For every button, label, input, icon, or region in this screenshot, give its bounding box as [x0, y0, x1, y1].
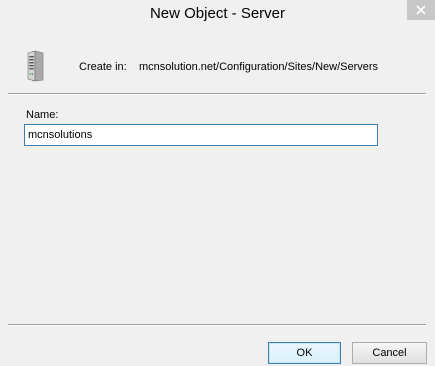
cancel-button[interactable]: Cancel	[352, 342, 427, 364]
footer-divider	[8, 324, 426, 326]
header-divider	[8, 93, 426, 95]
name-input[interactable]	[24, 124, 378, 146]
name-label: Name:	[26, 109, 59, 121]
title-bar: New Object - Server	[0, 0, 435, 29]
server-icon	[26, 50, 46, 82]
close-icon	[416, 5, 426, 15]
create-in-label: Create in:	[79, 61, 127, 73]
ok-button[interactable]: OK	[268, 342, 341, 364]
window-title: New Object - Server	[149, 5, 286, 22]
create-in-path: mcnsolution.net/Configuration/Sites/New/…	[139, 61, 379, 73]
close-button[interactable]	[407, 0, 435, 20]
